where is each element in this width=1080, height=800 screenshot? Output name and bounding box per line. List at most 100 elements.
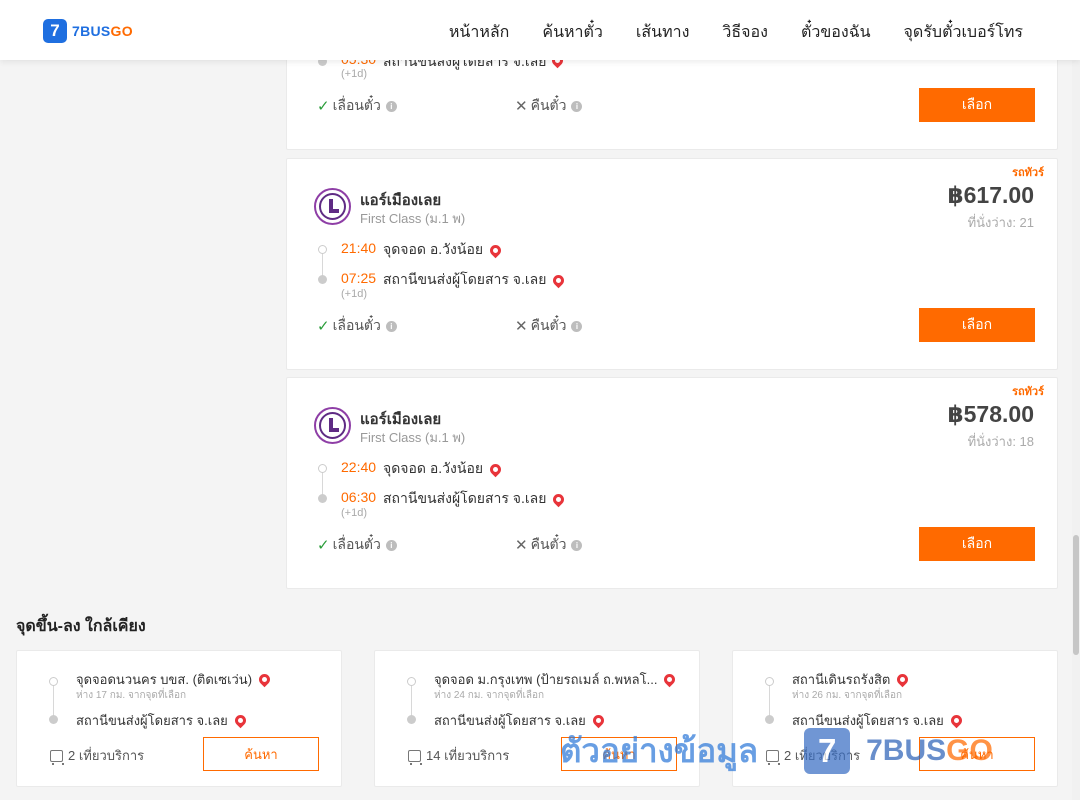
location-pin-icon[interactable]	[551, 272, 567, 288]
bus-class: First Class (ม.1 พ)	[360, 211, 466, 226]
select-button[interactable]: เลือก	[919, 527, 1035, 561]
bus-icon	[50, 749, 64, 765]
route-dot-start	[49, 677, 58, 686]
nearby-distance: ห่าง 17 กม. จากจุดที่เลือก	[76, 690, 187, 701]
nearby-from-stop: สถานีเดินรถรังสิต	[792, 669, 911, 690]
check-icon: ✓	[317, 318, 330, 335]
route-dot-end	[318, 494, 327, 503]
nav-search-ticket[interactable]: ค้นหาตั๋ว	[542, 20, 603, 45]
page-scrollbar[interactable]	[1072, 60, 1080, 800]
bus-type-tag: รถทัวร์	[1012, 386, 1044, 398]
ticket-price: ฿578.00	[947, 401, 1034, 427]
cross-icon: ✕	[515, 537, 528, 554]
cross-icon: ✕	[515, 98, 528, 115]
location-pin-icon[interactable]	[662, 671, 678, 688]
trip-card: รถทัวร์ แอร์เมืองเลย First Class (ม.1 พ)…	[286, 377, 1058, 589]
nearby-search-button[interactable]: ค้นหา	[919, 737, 1035, 771]
nav-home[interactable]: หน้าหลัก	[449, 20, 510, 45]
route-line	[53, 683, 54, 717]
check-icon: ✓	[317, 98, 330, 115]
departure-time: 21:40	[341, 240, 377, 256]
nearby-to-stop: สถานีขนส่งผู้โดยสาร จ.เลย	[76, 710, 249, 731]
next-day-label: (+1d)	[341, 68, 367, 80]
info-icon[interactable]: i	[571, 539, 583, 551]
location-pin-icon[interactable]	[256, 671, 273, 688]
nearby-card: จุดจอดนวนคร บขส. (ติดเซเว่น) ห่าง 17 กม.…	[16, 650, 342, 787]
arrival-stop: สถานีขนส่งผู้โดยสาร จ.เลย	[383, 488, 567, 510]
ticket-price: ฿617.00	[947, 182, 1034, 208]
main-nav: หน้าหลัก ค้นหาตั๋ว เส้นทาง วิธีจอง ตั๋วข…	[449, 20, 1023, 45]
select-button[interactable]: เลือก	[919, 88, 1035, 122]
route-dot-end	[765, 715, 774, 724]
location-pin-icon[interactable]	[590, 712, 607, 729]
location-pin-icon[interactable]	[895, 671, 911, 688]
nav-ticket-points[interactable]: จุดรับตั๋วเบอร์โทร	[904, 20, 1023, 45]
route-dot-end	[318, 275, 327, 284]
nearby-trip-count: 2 เที่ยวบริการ	[50, 745, 144, 766]
bus-type-tag: รถทัวร์	[1012, 167, 1044, 179]
nav-my-tickets[interactable]: ตั๋วของฉัน	[801, 20, 871, 45]
next-day-label: (+1d)	[341, 288, 367, 300]
route-dot-start	[318, 464, 327, 473]
nearby-from-stop: จุดจอดนวนคร บขส. (ติดเซเว่น)	[76, 669, 273, 690]
nearby-distance: ห่าง 24 กม. จากจุดที่เลือก	[434, 690, 545, 701]
route-dot-end	[407, 715, 416, 724]
seats-available: ที่นั่งว่าง: 21	[967, 215, 1034, 230]
nav-routes[interactable]: เส้นทาง	[636, 20, 690, 45]
route-dot-start	[765, 677, 774, 686]
top-header: 7 7BUSGO หน้าหลัก ค้นหาตั๋ว เส้นทาง วิธี…	[0, 0, 1080, 60]
feature-change-ticket: ✓ เลื่อนตั๋ว i	[317, 534, 397, 556]
site-logo[interactable]: 7 7BUSGO	[43, 19, 133, 43]
seats-available: ที่นั่งว่าง: 18	[967, 434, 1034, 449]
check-icon: ✓	[317, 537, 330, 554]
departure-stop: จุดจอด อ.วังน้อย	[383, 458, 504, 480]
feature-refund-ticket: ✕ คืนตั๋ว i	[515, 534, 583, 556]
scrollbar-thumb[interactable]	[1073, 535, 1079, 655]
departure-stop: จุดจอด อ.วังน้อย	[383, 239, 504, 261]
nearby-to-stop: สถานีขนส่งผู้โดยสาร จ.เลย	[434, 710, 607, 731]
nearby-to-stop: สถานีขนส่งผู้โดยสาร จ.เลย	[792, 710, 965, 731]
nearby-from-stop: จุดจอด ม.กรุงเทพ (ป้ายรถเมล์ ถ.พหลโ...	[434, 669, 678, 690]
nearby-distance: ห่าง 26 กม. จากจุดที่เลือก	[792, 690, 903, 701]
info-icon[interactable]: i	[385, 539, 397, 551]
logo-text: 7BUSGO	[72, 23, 133, 39]
arrival-time: 06:30	[341, 489, 377, 505]
route-dot-end	[49, 715, 58, 724]
nearby-search-button[interactable]: ค้นหา	[561, 737, 677, 771]
route-dot-start	[318, 245, 327, 254]
feature-refund-ticket: ✕ คืนตั๋ว i	[515, 95, 583, 117]
nearby-trip-count: 2 เที่ยวบริการ	[766, 745, 860, 766]
info-icon[interactable]: i	[385, 320, 397, 332]
route-line	[769, 683, 770, 717]
logo-icon: 7	[43, 19, 67, 43]
bus-icon	[408, 749, 422, 765]
nearby-card: สถานีเดินรถรังสิต ห่าง 26 กม. จากจุดที่เ…	[732, 650, 1058, 787]
operator-logo	[314, 407, 351, 444]
nearby-search-button[interactable]: ค้นหา	[203, 737, 319, 771]
nearby-trip-count: 14 เที่ยวบริการ	[408, 745, 509, 766]
info-icon[interactable]: i	[385, 100, 397, 112]
feature-refund-ticket: ✕ คืนตั๋ว i	[515, 315, 583, 337]
trip-card: รถทัวร์ แอร์เมืองเลย First Class (ม.1 พ)…	[286, 158, 1058, 370]
location-pin-icon[interactable]	[487, 461, 504, 477]
bus-class: First Class (ม.1 พ)	[360, 430, 466, 445]
feature-change-ticket: ✓ เลื่อนตั๋ว i	[317, 315, 397, 337]
location-pin-icon[interactable]	[487, 242, 504, 258]
location-pin-icon[interactable]	[551, 491, 567, 507]
arrival-stop: สถานีขนส่งผู้โดยสาร จ.เลย	[383, 269, 567, 291]
departure-time: 22:40	[341, 459, 377, 475]
bus-icon	[766, 749, 780, 765]
feature-change-ticket: ✓ เลื่อนตั๋ว i	[317, 95, 397, 117]
next-day-label: (+1d)	[341, 507, 367, 519]
select-button[interactable]: เลือก	[919, 308, 1035, 342]
info-icon[interactable]: i	[571, 320, 583, 332]
location-pin-icon[interactable]	[232, 712, 249, 729]
route-dot-start	[407, 677, 416, 686]
info-icon[interactable]: i	[571, 100, 583, 112]
cross-icon: ✕	[515, 318, 528, 335]
location-pin-icon[interactable]	[948, 712, 965, 729]
route-line	[411, 683, 412, 717]
nav-how-to-book[interactable]: วิธีจอง	[722, 20, 768, 45]
nearby-section-title: จุดขึ้น-ลง ใกล้เคียง	[16, 618, 146, 635]
arrival-time: 07:25	[341, 270, 377, 286]
